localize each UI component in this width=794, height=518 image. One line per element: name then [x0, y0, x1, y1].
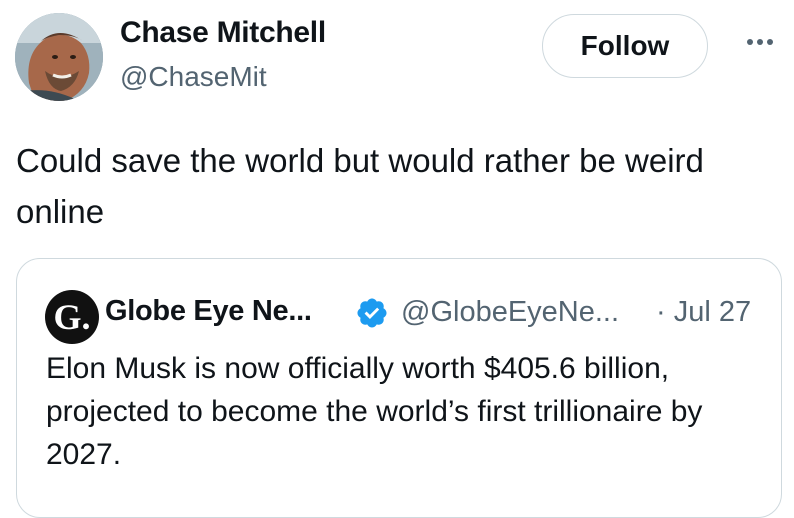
profile-photo — [15, 13, 103, 101]
quoted-tweet-text: Elon Musk is now officially worth $405.6… — [46, 352, 703, 471]
quoted-author-logo[interactable]: G. — [45, 290, 99, 344]
dot-icon — [747, 39, 753, 45]
more-options-icon[interactable] — [740, 30, 780, 54]
quoted-tweet-date[interactable]: · Jul 27 — [656, 296, 751, 329]
author-handle[interactable]: @ChaseMit — [120, 61, 267, 93]
quoted-tweet-card[interactable]: G. Globe Eye Ne... @GlobeEyeNe... · Jul … — [16, 258, 782, 518]
dot-icon — [757, 39, 763, 45]
avatar[interactable] — [15, 13, 103, 101]
dot-icon — [767, 39, 773, 45]
tweet-text: Could save the world but would rather be… — [16, 142, 704, 230]
author-display-name[interactable]: Chase Mitchell — [120, 16, 326, 50]
quoted-author-handle[interactable]: @GlobeEyeNe... — [401, 296, 619, 329]
verified-badge-icon — [357, 298, 387, 328]
quoted-author-display-name[interactable]: Globe Eye Ne... — [105, 295, 312, 328]
follow-button[interactable]: Follow — [542, 14, 708, 78]
